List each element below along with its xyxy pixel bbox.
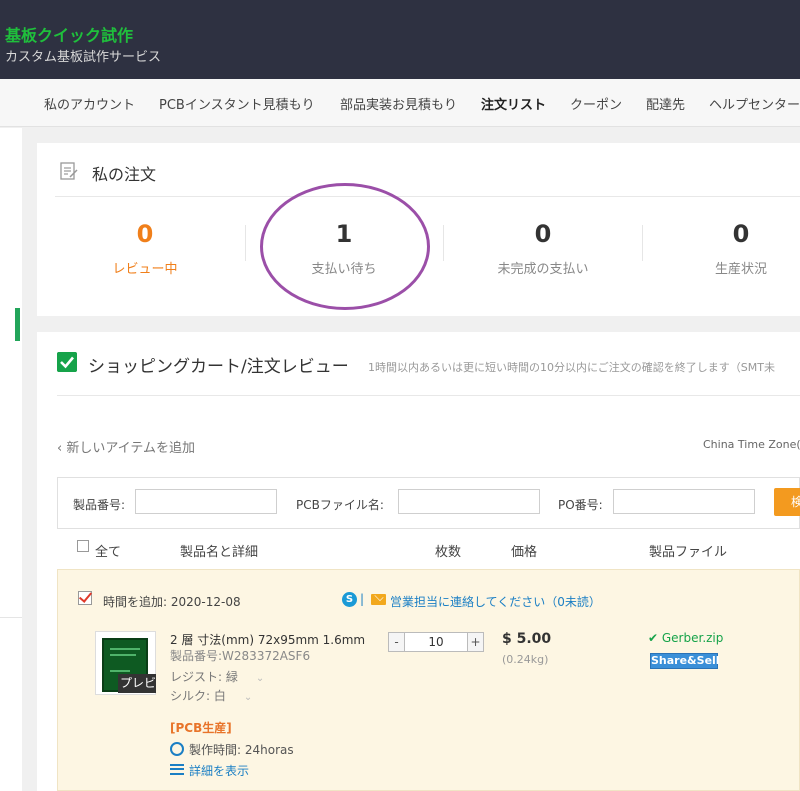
quantity-input[interactable]: 10 bbox=[406, 633, 466, 651]
stat-separator bbox=[245, 225, 246, 261]
filter-bar: 製品番号: PCBファイル名: PO番号: 検 bbox=[57, 477, 800, 529]
nav-assembly-quote[interactable]: 部品実装お見積もり bbox=[340, 94, 457, 113]
quantity-stepper: - 10 + bbox=[388, 632, 484, 652]
stat-under-review-label: レビュー中 bbox=[112, 262, 178, 277]
chevron-down-icon: ⌄ bbox=[243, 692, 253, 703]
timezone-label: China Time Zone(G bbox=[703, 438, 800, 451]
pcb-trace bbox=[110, 648, 140, 650]
sidebar-active-indicator bbox=[15, 308, 20, 341]
stat-incomplete-payment[interactable]: 0 未完成の支払い bbox=[453, 218, 633, 277]
chevron-down-icon: ⌄ bbox=[255, 673, 265, 684]
stat-production-status-count: 0 bbox=[732, 220, 750, 248]
stat-under-review[interactable]: 0 レビュー中 bbox=[55, 218, 235, 277]
show-details-link[interactable]: 詳細を表示 bbox=[189, 762, 249, 779]
annotation-ellipse bbox=[260, 183, 430, 310]
add-new-item-link[interactable]: ‹ 新しいアイテムを追加 bbox=[57, 437, 195, 456]
sidebar bbox=[0, 128, 22, 791]
clock-icon bbox=[170, 742, 184, 756]
card-divider bbox=[55, 196, 800, 197]
stat-separator bbox=[642, 225, 643, 261]
stat-production-status-label: 生産状況 bbox=[714, 262, 767, 277]
nav-shipping[interactable]: 配達先 bbox=[646, 94, 685, 113]
pcb-file-input[interactable] bbox=[398, 489, 540, 514]
checkbox-checked-icon bbox=[57, 352, 77, 372]
preview-button[interactable]: プレビュー bbox=[118, 674, 156, 693]
quantity-decrement-button[interactable]: - bbox=[389, 633, 405, 651]
sidebar-divider bbox=[0, 617, 22, 618]
quantity-increment-button[interactable]: + bbox=[467, 633, 483, 651]
col-quantity: 枚数 bbox=[435, 545, 462, 560]
stat-separator bbox=[443, 225, 444, 261]
nav-pcb-quote[interactable]: PCBインスタント見積もり bbox=[159, 94, 315, 113]
order-added-time: 時間を追加: 2020-12-08 bbox=[103, 595, 241, 609]
skype-icon[interactable]: S bbox=[342, 592, 357, 607]
product-number: 製品番号:W283372ASF6 bbox=[170, 649, 311, 663]
stat-production-status[interactable]: 0 生産状況 bbox=[651, 218, 800, 277]
pcb-file-label: PCBファイル名: bbox=[296, 498, 384, 512]
solder-mask-label: レジスト: 緑 bbox=[170, 670, 238, 684]
order-price: $ 5.00 bbox=[502, 631, 552, 647]
pcb-production-tag: [PCB生産] bbox=[170, 721, 232, 735]
my-orders-title: 私の注文 bbox=[92, 165, 157, 184]
mail-icon[interactable] bbox=[371, 594, 386, 605]
document-edit-icon bbox=[60, 162, 78, 180]
cart-title: ショッピングカート/注文レビュー bbox=[88, 357, 349, 377]
nav-coupon[interactable]: クーポン bbox=[570, 94, 622, 113]
nav-order-list[interactable]: 注文リスト bbox=[481, 94, 546, 113]
order-checkbox[interactable] bbox=[78, 591, 92, 605]
silkscreen-label: シルク: 白 bbox=[170, 689, 226, 703]
product-no-input[interactable] bbox=[135, 489, 277, 514]
pcb-trace bbox=[110, 654, 136, 656]
silkscreen-option[interactable]: シルク: 白 ⌄ bbox=[170, 687, 252, 704]
col-product-file: 製品ファイル bbox=[649, 545, 728, 560]
contact-sales-link[interactable]: 営業担当に連絡してください（0未読） bbox=[390, 593, 601, 610]
shopping-cart-card: ショッピングカート/注文レビュー 1時間以内あるいは更に短い時間の10分以内にご… bbox=[37, 332, 800, 791]
main-nav: 私のアカウント PCBインスタント見積もり 部品実装お見積もり 注文リスト クー… bbox=[0, 79, 800, 127]
cart-note: 1時間以内あるいは更に短い時間の10分以内にご注文の確認を終了します（SMT未 bbox=[368, 361, 775, 374]
search-button[interactable]: 検 bbox=[774, 488, 800, 516]
list-icon bbox=[170, 764, 184, 775]
stat-incomplete-payment-count: 0 bbox=[534, 220, 552, 248]
brand-title[interactable]: 基板クイック試作 bbox=[5, 22, 133, 46]
select-all-checkbox[interactable] bbox=[77, 540, 89, 552]
order-row: 時間を追加: 2020-12-08 S | 営業担当に連絡してください（0未読）… bbox=[57, 569, 800, 791]
gerber-file-link[interactable]: ✔ Gerber.zip bbox=[648, 631, 723, 645]
product-no-label: 製品番号: bbox=[73, 498, 126, 512]
col-price: 価格 bbox=[511, 545, 538, 560]
stat-incomplete-payment-label: 未完成の支払い bbox=[497, 262, 589, 277]
lead-time: 製作時間: 24horas bbox=[189, 743, 294, 757]
nav-my-account[interactable]: 私のアカウント bbox=[44, 94, 135, 113]
pcb-trace bbox=[110, 670, 130, 672]
share-sell-button[interactable]: Share&Sell bbox=[650, 653, 720, 669]
cart-divider bbox=[57, 395, 800, 396]
top-header: 基板クイック試作 カスタム基板試作サービス bbox=[0, 0, 800, 79]
nav-help-center[interactable]: ヘルプセンター bbox=[709, 94, 800, 113]
stat-under-review-count: 0 bbox=[136, 220, 154, 248]
product-spec: 2 層 寸法(mm) 72x95mm 1.6mm bbox=[170, 633, 366, 647]
solder-mask-option[interactable]: レジスト: 緑 ⌄ bbox=[170, 668, 264, 685]
contact-separator: | bbox=[360, 592, 365, 606]
po-number-label: PO番号: bbox=[558, 498, 603, 512]
po-number-input[interactable] bbox=[613, 489, 755, 514]
col-product-name: 製品名と詳細 bbox=[180, 545, 259, 560]
brand-subtitle: カスタム基板試作サービス bbox=[5, 50, 162, 65]
col-select-all: 全て bbox=[95, 545, 122, 560]
order-weight: (0.24kg) bbox=[502, 653, 549, 666]
